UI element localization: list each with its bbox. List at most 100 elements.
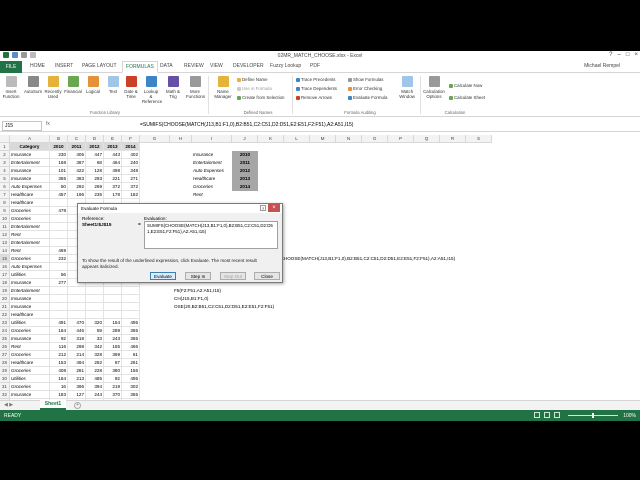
sheet-tab-sheet1[interactable]: Sheet1 (40, 400, 66, 410)
column-header-g[interactable]: G (140, 135, 170, 143)
value-cell[interactable]: 387 (68, 159, 86, 167)
value-cell[interactable] (50, 199, 68, 207)
value-cell[interactable] (50, 295, 68, 303)
lookup-year-cell[interactable]: 2011 (232, 159, 258, 167)
value-cell[interactable] (50, 311, 68, 319)
value-cell[interactable]: 281 (68, 367, 86, 375)
dialog-close-x-button[interactable]: × (268, 204, 280, 212)
category-cell[interactable]: Groceries (10, 367, 50, 375)
column-header-p[interactable]: P (388, 135, 414, 143)
value-cell[interactable]: 221 (104, 175, 122, 183)
value-cell[interactable]: 168 (50, 159, 68, 167)
trace-dependents-button[interactable]: Trace Dependents (296, 86, 337, 91)
lookup-reference-button[interactable]: Lookup & Reference (142, 76, 162, 104)
tab-data[interactable]: DATA (160, 63, 173, 69)
value-cell[interactable]: 116 (50, 343, 68, 351)
value-cell[interactable]: 282 (86, 359, 104, 367)
tab-home[interactable]: HOME (30, 63, 45, 69)
row-header[interactable]: 25 (0, 335, 10, 343)
column-header-q[interactable]: Q (414, 135, 440, 143)
column-header-a[interactable]: A (10, 135, 50, 143)
lookup-category-cell[interactable]: Auto Expenses (192, 167, 232, 175)
value-cell[interactable] (86, 295, 104, 303)
add-sheet-icon[interactable]: + (74, 402, 81, 409)
value-cell[interactable]: 92 (50, 335, 68, 343)
value-cell[interactable]: 342 (86, 343, 104, 351)
row-header[interactable]: 32 (0, 391, 10, 399)
value-cell[interactable]: 289 (104, 327, 122, 335)
date-time-button[interactable]: Date & Time (122, 76, 140, 99)
tab-file[interactable]: FILE (0, 61, 22, 73)
value-cell[interactable]: 470 (68, 319, 86, 327)
value-cell[interactable]: 396 (68, 383, 86, 391)
value-cell[interactable] (68, 303, 86, 311)
value-cell[interactable]: 240 (122, 159, 140, 167)
category-cell[interactable]: Insurance (10, 303, 50, 311)
value-cell[interactable]: 466 (122, 343, 140, 351)
value-cell[interactable]: 293 (86, 175, 104, 183)
value-cell[interactable]: 365 (122, 327, 140, 335)
value-cell[interactable]: 302 (122, 383, 140, 391)
column-header-k[interactable]: K (258, 135, 284, 143)
row-header[interactable]: 27 (0, 351, 10, 359)
value-cell[interactable]: 491 (50, 319, 68, 327)
watch-window-button[interactable]: Watch Window (396, 76, 418, 99)
value-cell[interactable]: 261 (122, 359, 140, 367)
value-cell[interactable]: 405 (68, 151, 86, 159)
value-cell[interactable]: 394 (86, 383, 104, 391)
category-cell[interactable]: Entertainment (10, 239, 50, 247)
header-cell[interactable]: 2013 (104, 143, 122, 151)
lookup-year-cell[interactable]: 2012 (232, 167, 258, 175)
value-cell[interactable]: 318 (68, 335, 86, 343)
value-cell[interactable]: 230 (50, 151, 68, 159)
value-cell[interactable]: 355 (50, 175, 68, 183)
value-cell[interactable]: 235 (86, 191, 104, 199)
value-cell[interactable]: 457 (50, 191, 68, 199)
tab-formulas[interactable]: FORMULAS (122, 61, 158, 73)
normal-view-icon[interactable] (534, 412, 540, 418)
tab-insert[interactable]: INSERT (55, 63, 73, 69)
value-cell[interactable]: 127 (68, 391, 86, 399)
create-from-selection-button[interactable]: Create from Selection (237, 95, 284, 100)
value-cell[interactable]: 372 (122, 183, 140, 191)
category-cell[interactable]: Groceries (10, 207, 50, 215)
row-header[interactable]: 15 (0, 255, 10, 263)
value-cell[interactable]: 328 (86, 351, 104, 359)
category-cell[interactable]: Healthcare (10, 199, 50, 207)
evaluation-box[interactable]: SUMIFS(CHOOSE(MATCH(J13,B1:F1,0),B2:B51,… (144, 221, 278, 249)
category-cell[interactable]: Insurance (10, 151, 50, 159)
tab-page-layout[interactable]: PAGE LAYOUT (82, 63, 117, 69)
column-header-b[interactable]: B (50, 135, 68, 143)
header-cell[interactable]: 2011 (68, 143, 86, 151)
row-header[interactable]: 14 (0, 247, 10, 255)
value-cell[interactable]: 87 (104, 359, 122, 367)
column-header-r[interactable]: R (440, 135, 466, 143)
more-functions-button[interactable]: More Functions (186, 76, 205, 99)
value-cell[interactable] (122, 287, 140, 295)
close-window-button[interactable]: × (634, 52, 638, 58)
step-in-button[interactable]: Step In (185, 272, 211, 280)
row-header[interactable]: 13 (0, 239, 10, 247)
category-cell[interactable]: Groceries (10, 255, 50, 263)
value-cell[interactable]: 153 (50, 359, 68, 367)
formula-fragment-cell[interactable]: OSE(20,B2:B51,C2:C51,D2:D51,E2:E51,F2:F5… (174, 303, 274, 311)
lookup-category-cell[interactable]: Rent (192, 191, 232, 199)
row-header[interactable]: 2 (0, 151, 10, 159)
row-header[interactable]: 10 (0, 215, 10, 223)
row-header[interactable]: 5 (0, 175, 10, 183)
value-cell[interactable]: 184 (50, 375, 68, 383)
category-cell[interactable]: Insurance (10, 391, 50, 399)
value-cell[interactable]: 183 (50, 391, 68, 399)
lookup-category-cell[interactable]: Healthcare (192, 175, 232, 183)
value-cell[interactable]: 495 (122, 319, 140, 327)
value-cell[interactable] (68, 287, 86, 295)
use-in-formula-button[interactable]: Use in Formula (237, 86, 272, 91)
evaluate-formula-button[interactable]: Evaluate Formula (348, 95, 387, 100)
value-cell[interactable]: 292 (68, 183, 86, 191)
value-cell[interactable]: 298 (68, 343, 86, 351)
row-header[interactable]: 28 (0, 359, 10, 367)
lookup-year-cell[interactable]: 2013 (232, 175, 258, 183)
category-cell[interactable]: Entertainment (10, 159, 50, 167)
value-cell[interactable] (104, 287, 122, 295)
value-cell[interactable]: 243 (104, 335, 122, 343)
